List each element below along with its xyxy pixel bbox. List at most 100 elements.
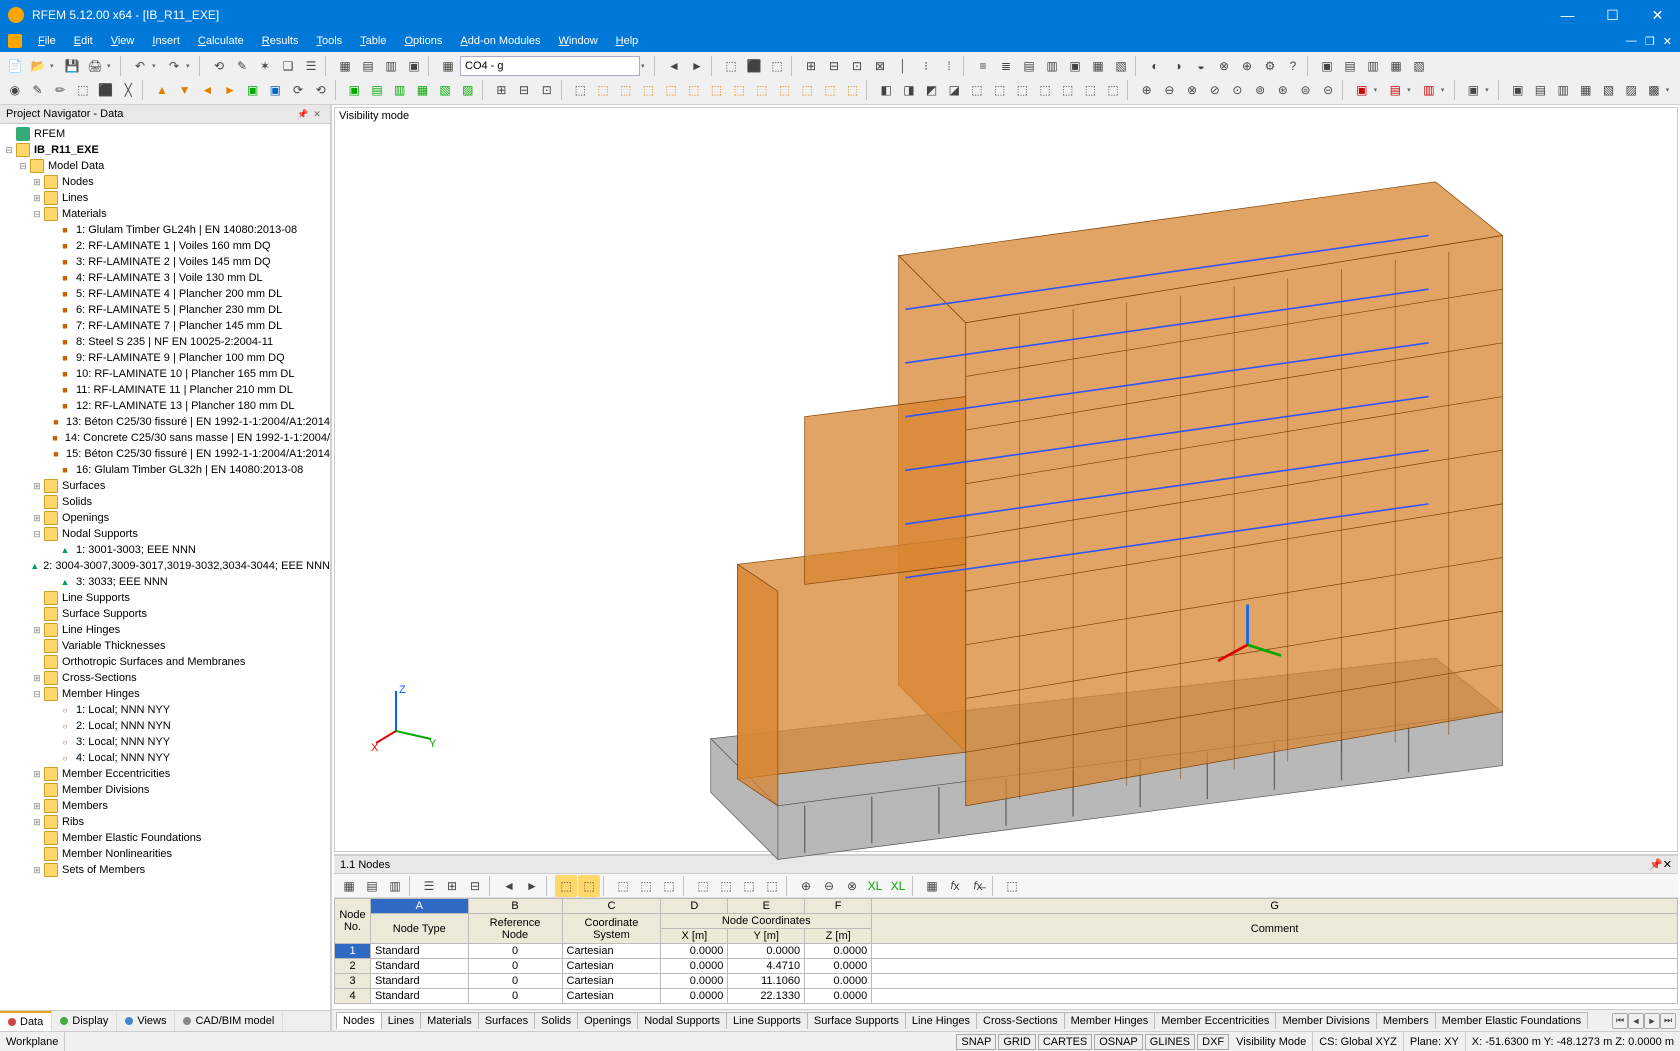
status-glines[interactable]: GLINES <box>1145 1034 1195 1050</box>
toolbar-icon[interactable]: ▦ <box>412 79 434 101</box>
tree-node[interactable]: Member Nonlinearities <box>2 846 330 862</box>
toolbar-icon[interactable]: ▣ <box>1462 79 1484 101</box>
toolbar-icon[interactable]: ▥ <box>380 55 402 77</box>
tabs-first-icon[interactable]: ⏮ <box>1612 1013 1628 1029</box>
menu-tools[interactable]: Tools <box>308 33 350 49</box>
nav-tab-views[interactable]: Views <box>117 1011 175 1031</box>
toolbar-icon[interactable]: ▧ <box>1110 55 1132 77</box>
toolbar-icon[interactable]: ⊙ <box>1227 79 1249 101</box>
tree-node[interactable]: ⊞Openings <box>2 510 330 526</box>
toolbar-icon[interactable]: ⬚ <box>774 79 796 101</box>
toolbar-icon[interactable]: ⬚ <box>766 55 788 77</box>
tree-node[interactable]: ⊟IB_R11_EXE <box>2 142 330 158</box>
toolbar-icon[interactable]: ▦ <box>1575 79 1597 101</box>
toolbar-icon[interactable]: ▧ <box>1408 55 1430 77</box>
tree-node[interactable]: ⊞Member Eccentricities <box>2 766 330 782</box>
tree-node[interactable]: ⊞Line Hinges <box>2 622 330 638</box>
toolbar-icon[interactable]: ⟲ <box>208 55 230 77</box>
bottom-tab[interactable]: Openings <box>577 1012 638 1029</box>
tree-node[interactable]: 1: Local; NNN NYY <box>2 702 330 718</box>
3d-viewport[interactable]: Visibility mode <box>334 107 1678 852</box>
status-cartes[interactable]: CARTES <box>1038 1034 1092 1050</box>
tabs-next-icon[interactable]: ► <box>1644 1013 1660 1029</box>
toolbar-icon[interactable]: ▤ <box>1018 55 1040 77</box>
toolbar-icon[interactable]: ▦ <box>1087 55 1109 77</box>
toolbar-icon[interactable]: ▧ <box>434 79 456 101</box>
toolbar-icon[interactable]: ⬚ <box>638 79 660 101</box>
bottom-tab[interactable]: Materials <box>420 1012 479 1029</box>
toolbar-icon[interactable]: ⬛ <box>743 55 765 77</box>
navigator-tree[interactable]: RFEM⊟IB_R11_EXE⊟Model Data⊞Nodes⊞Lines⊟M… <box>0 124 330 1010</box>
tree-node[interactable]: Orthotropic Surfaces and Membranes <box>2 654 330 670</box>
tree-node[interactable]: ⊞Cross-Sections <box>2 670 330 686</box>
toolbar-icon[interactable]: ⊕ <box>1236 55 1258 77</box>
toolbar-icon[interactable]: ⊗ <box>1181 79 1203 101</box>
col-letter-f[interactable]: F <box>805 899 872 914</box>
tree-node[interactable]: 15: Béton C25/30 fissuré | EN 1992-1-1:2… <box>2 446 330 462</box>
toolbar-icon[interactable]: ☰ <box>300 55 322 77</box>
toolbar-icon[interactable]: ▦ <box>334 55 356 77</box>
bottom-tab[interactable]: Lines <box>381 1012 421 1029</box>
status-grid[interactable]: GRID <box>998 1034 1036 1050</box>
tree-node[interactable]: Member Divisions <box>2 782 330 798</box>
open-icon[interactable]: 📂 <box>27 55 49 77</box>
table-row[interactable]: 2Standard0Cartesian0.00004.47100.0000 <box>335 959 1678 974</box>
toolbar-icon[interactable]: ⬚ <box>1080 79 1102 101</box>
toolbar-icon[interactable]: ◨ <box>898 79 920 101</box>
bottom-tab[interactable]: Member Hinges <box>1064 1012 1156 1029</box>
toolbar-icon[interactable]: ⬚ <box>819 79 841 101</box>
toolbar-icon[interactable]: ⊗ <box>1213 55 1235 77</box>
tree-node[interactable]: 3: Local; NNN NYY <box>2 734 330 750</box>
toolbar-icon[interactable]: ▥ <box>1552 79 1574 101</box>
bottom-tab[interactable]: Members <box>1376 1012 1436 1029</box>
toolbar-icon[interactable]: ▲ <box>151 79 173 101</box>
toolbar-icon[interactable]: ⟲ <box>310 79 332 101</box>
close-button[interactable]: ✕ <box>1635 0 1680 30</box>
bottom-tab[interactable]: Nodal Supports <box>637 1012 727 1029</box>
table-row[interactable]: 4Standard0Cartesian0.000022.13300.0000 <box>335 989 1678 1004</box>
tree-node[interactable]: 2: RF-LAMINATE 1 | Voiles 160 mm DQ <box>2 238 330 254</box>
tree-node[interactable]: 5: RF-LAMINATE 4 | Plancher 200 mm DL <box>2 286 330 302</box>
mdi-restore-button[interactable]: ❐ <box>1645 35 1655 48</box>
toolbar-icon[interactable]: ⊛ <box>1272 79 1294 101</box>
nav-tab-display[interactable]: Display <box>52 1011 117 1031</box>
tree-node[interactable]: 2: Local; NNN NYN <box>2 718 330 734</box>
tree-node[interactable]: 11: RF-LAMINATE 11 | Plancher 210 mm DL <box>2 382 330 398</box>
col-letter-e[interactable]: E <box>728 899 805 914</box>
menu-edit[interactable]: Edit <box>66 33 101 49</box>
toolbar-icon[interactable]: ◉ <box>4 79 26 101</box>
toolbar-icon[interactable]: ▣ <box>343 79 365 101</box>
toolbar-icon[interactable]: ◪ <box>943 79 965 101</box>
toolbar-icon[interactable]: ⬚ <box>1057 79 1079 101</box>
toolbar-icon[interactable]: ▣ <box>1064 55 1086 77</box>
combo-drop-icon[interactable]: ▾ <box>641 62 651 70</box>
toolbar-icon[interactable]: ⬚ <box>966 79 988 101</box>
toolbar-icon[interactable]: ▨ <box>457 79 479 101</box>
toolbar-icon[interactable]: ⊞ <box>491 79 513 101</box>
bottom-tab[interactable]: Line Hinges <box>905 1012 977 1029</box>
save-icon[interactable]: 💾 <box>61 55 83 77</box>
navigator-close-icon[interactable]: ✕ <box>310 109 324 120</box>
toolbar-icon[interactable]: ⬚ <box>706 79 728 101</box>
toolbar-icon[interactable]: ▩ <box>1643 79 1665 101</box>
toolbar-icon[interactable]: ▦ <box>437 55 459 77</box>
toolbar-icon[interactable]: ▤ <box>1339 55 1361 77</box>
next-icon[interactable]: ► <box>686 55 708 77</box>
toolbar-icon[interactable]: ⟳ <box>287 79 309 101</box>
loadcase-combo[interactable] <box>460 56 640 76</box>
menu-results[interactable]: Results <box>254 33 307 49</box>
toolbar-icon[interactable]: ⊕ <box>1136 79 1158 101</box>
tree-node[interactable]: 4: Local; NNN NYY <box>2 750 330 766</box>
toolbar-icon[interactable]: ▥ <box>1041 55 1063 77</box>
toolbar-icon[interactable]: ⬚ <box>592 79 614 101</box>
bottom-tab[interactable]: Member Eccentricities <box>1154 1012 1276 1029</box>
toolbar-icon[interactable]: ⬚ <box>570 79 592 101</box>
tree-node[interactable]: ⊟Materials <box>2 206 330 222</box>
toolbar-icon[interactable]: ▣ <box>1316 55 1338 77</box>
toolbar-icon[interactable]: ≣ <box>995 55 1017 77</box>
tree-node[interactable]: RFEM <box>2 126 330 142</box>
bottom-tab[interactable]: Nodes <box>336 1012 382 1029</box>
toolbar-icon[interactable]: ▥ <box>1418 79 1440 101</box>
tree-node[interactable]: ⊟Member Hinges <box>2 686 330 702</box>
toolbar-icon[interactable]: ▦ <box>1385 55 1407 77</box>
